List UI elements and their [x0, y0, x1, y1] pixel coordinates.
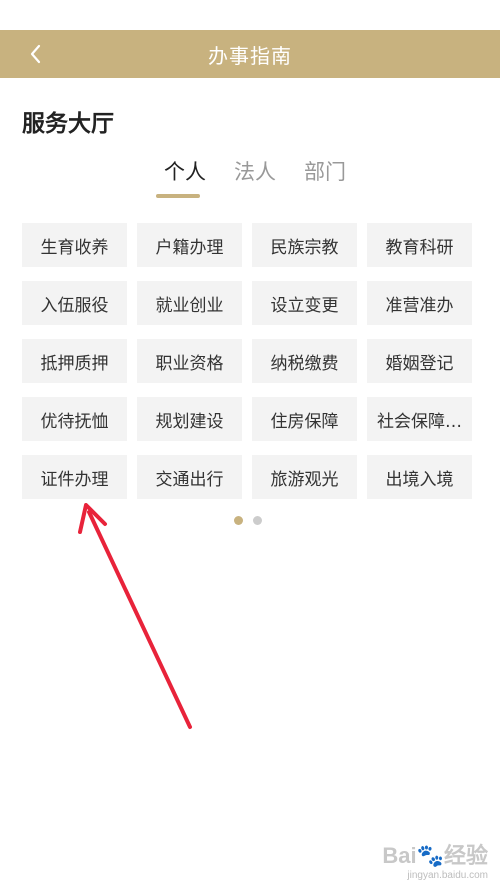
category-button[interactable]: 抵押质押: [22, 339, 127, 383]
category-button[interactable]: 纳税缴费: [252, 339, 357, 383]
category-button[interactable]: 职业资格: [137, 339, 242, 383]
tab-label: 部门: [304, 160, 346, 184]
page-indicator: [234, 516, 262, 525]
category-button[interactable]: 社会保障…: [367, 397, 472, 441]
back-button[interactable]: [18, 36, 54, 72]
category-button[interactable]: 优待抚恤: [22, 397, 127, 441]
status-bar-area: [0, 0, 500, 30]
section-title: 服务大厅: [22, 111, 114, 137]
chevron-left-icon: [30, 44, 41, 64]
category-button[interactable]: 设立变更: [252, 281, 357, 325]
category-button[interactable]: 规划建设: [137, 397, 242, 441]
category-button[interactable]: 民族宗教: [252, 223, 357, 267]
tab-bar: 个人 法人 部门: [150, 156, 360, 204]
category-button[interactable]: 住房保障: [252, 397, 357, 441]
watermark: Bai🐾经验 jingyan.baidu.com: [382, 838, 488, 881]
category-button[interactable]: 交通出行: [137, 455, 242, 499]
category-button[interactable]: 生育收养: [22, 223, 127, 267]
watermark-url: jingyan.baidu.com: [407, 870, 488, 881]
category-button[interactable]: 准营准办: [367, 281, 472, 325]
tab-department[interactable]: 部门: [290, 156, 360, 204]
page-title: 办事指南: [208, 43, 292, 68]
category-button[interactable]: 出境入境: [367, 455, 472, 499]
category-button[interactable]: 旅游观光: [252, 455, 357, 499]
header-bar: 办事指南: [0, 30, 500, 78]
category-button-certificates[interactable]: 证件办理: [22, 455, 127, 499]
watermark-logo: Bai🐾经验: [382, 843, 488, 868]
active-tab-indicator: [156, 194, 200, 198]
page-dot[interactable]: [253, 516, 262, 525]
tab-label: 法人: [234, 160, 276, 184]
category-button[interactable]: 户籍办理: [137, 223, 242, 267]
category-grid: 生育收养 户籍办理 民族宗教 教育科研 入伍服役 就业创业 设立变更 准营准办 …: [22, 223, 472, 499]
category-button[interactable]: 教育科研: [367, 223, 472, 267]
tab-legal-person[interactable]: 法人: [220, 156, 290, 204]
tab-personal[interactable]: 个人: [150, 156, 220, 204]
page: 办事指南 服务大厅 个人 法人 部门 生育收养 户籍办理 民族宗教 教育科研 入…: [0, 0, 500, 889]
category-button[interactable]: 婚姻登记: [367, 339, 472, 383]
tab-label: 个人: [164, 160, 206, 184]
category-button[interactable]: 就业创业: [137, 281, 242, 325]
category-button[interactable]: 入伍服役: [22, 281, 127, 325]
page-dot-active[interactable]: [234, 516, 243, 525]
